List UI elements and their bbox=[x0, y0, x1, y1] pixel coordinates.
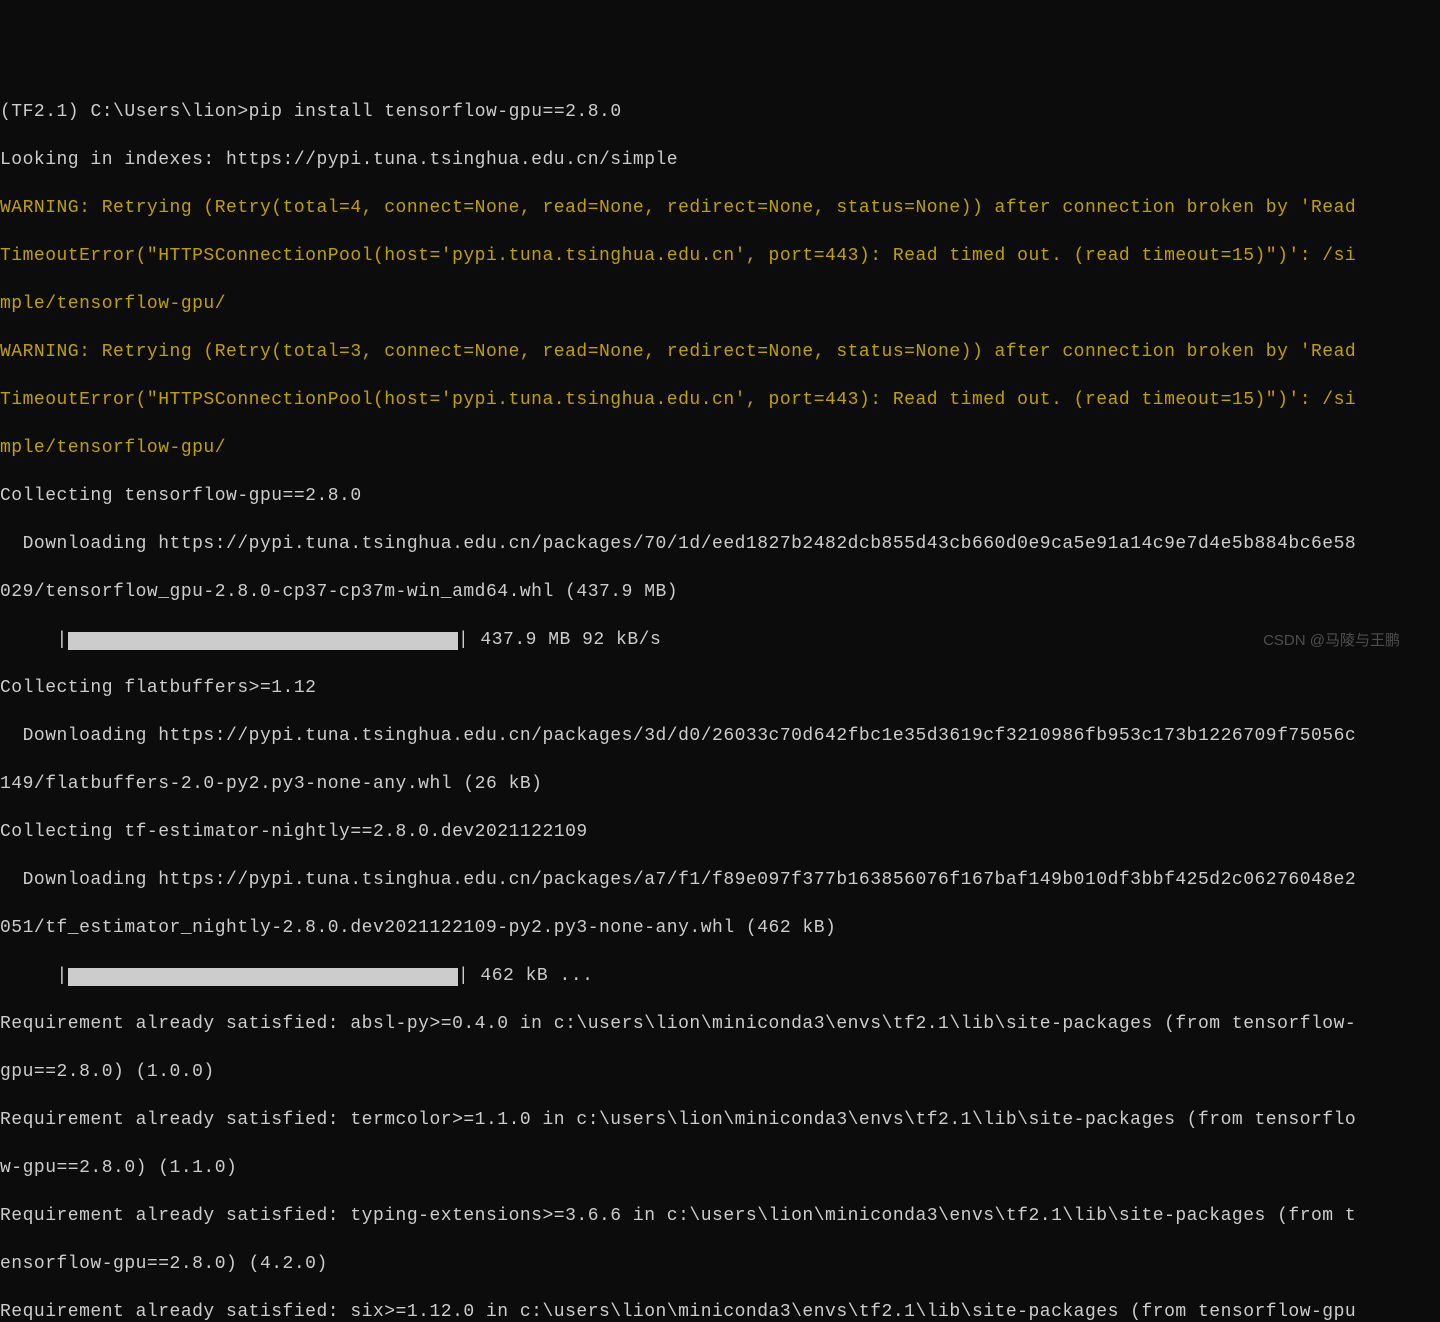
progress-text: | 462 kB ... bbox=[458, 966, 594, 986]
index-line: Looking in indexes: https://pypi.tuna.ts… bbox=[0, 148, 1440, 172]
progress-text: | 437.9 MB 92 kB/s bbox=[458, 630, 661, 650]
requirement-line: Requirement already satisfied: termcolor… bbox=[0, 1108, 1440, 1132]
download-line: Downloading https://pypi.tuna.tsinghua.e… bbox=[0, 868, 1440, 892]
warning-line: TimeoutError("HTTPSConnectionPool(host='… bbox=[0, 388, 1440, 412]
watermark-text: CSDN @马陵与王鹏 bbox=[1263, 629, 1400, 653]
download-line: 149/flatbuffers-2.0-py2.py3-none-any.whl… bbox=[0, 772, 1440, 796]
prompt-line[interactable]: (TF2.1) C:\Users\lion>pip install tensor… bbox=[0, 100, 1440, 124]
download-line: 051/tf_estimator_nightly-2.8.0.dev202112… bbox=[0, 916, 1440, 940]
download-line: Downloading https://pypi.tuna.tsinghua.e… bbox=[0, 724, 1440, 748]
collecting-line: Collecting tf-estimator-nightly==2.8.0.d… bbox=[0, 820, 1440, 844]
download-line: 029/tensorflow_gpu-2.8.0-cp37-cp37m-win_… bbox=[0, 580, 1440, 604]
requirement-line: Requirement already satisfied: typing-ex… bbox=[0, 1204, 1440, 1228]
warning-line: mple/tensorflow-gpu/ bbox=[0, 292, 1440, 316]
progress-line-tf: | | 437.9 MB 92 kB/s bbox=[0, 628, 1440, 652]
requirement-line: gpu==2.8.0) (1.0.0) bbox=[0, 1060, 1440, 1084]
warning-line: WARNING: Retrying (Retry(total=4, connec… bbox=[0, 196, 1440, 220]
warning-line: mple/tensorflow-gpu/ bbox=[0, 436, 1440, 460]
collecting-line: Collecting tensorflow-gpu==2.8.0 bbox=[0, 484, 1440, 508]
download-line: Downloading https://pypi.tuna.tsinghua.e… bbox=[0, 532, 1440, 556]
progress-bar bbox=[68, 968, 458, 986]
requirement-line: w-gpu==2.8.0) (1.1.0) bbox=[0, 1156, 1440, 1180]
warning-line: TimeoutError("HTTPSConnectionPool(host='… bbox=[0, 244, 1440, 268]
progress-bar bbox=[68, 632, 458, 650]
requirement-line: Requirement already satisfied: absl-py>=… bbox=[0, 1012, 1440, 1036]
collecting-line: Collecting flatbuffers>=1.12 bbox=[0, 676, 1440, 700]
progress-line-est: | | 462 kB ... bbox=[0, 964, 1440, 988]
progress-indent: | bbox=[0, 966, 68, 986]
prompt-path: C:\Users\lion> bbox=[90, 102, 248, 122]
conda-env: (TF2.1) bbox=[0, 102, 79, 122]
progress-indent: | bbox=[0, 630, 68, 650]
warning-line: WARNING: Retrying (Retry(total=3, connec… bbox=[0, 340, 1440, 364]
requirement-line: Requirement already satisfied: six>=1.12… bbox=[0, 1300, 1440, 1322]
command-text: pip install tensorflow-gpu==2.8.0 bbox=[249, 102, 622, 122]
requirement-line: ensorflow-gpu==2.8.0) (4.2.0) bbox=[0, 1252, 1440, 1276]
